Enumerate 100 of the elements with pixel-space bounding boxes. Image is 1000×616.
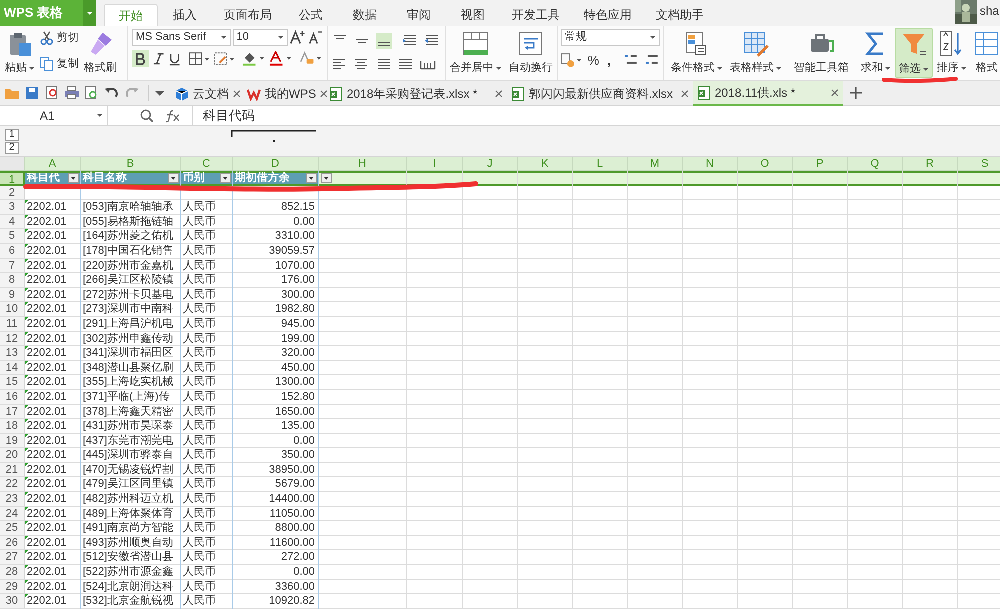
table-cell[interactable]: [445]深圳市骅泰自 <box>81 448 181 462</box>
row-header[interactable]: 22 <box>0 477 25 492</box>
table-cell[interactable]: 852.15 <box>233 200 319 214</box>
table-cell[interactable]: [266]吴江区松陵镇 <box>81 273 181 287</box>
row-header[interactable]: 30 <box>0 594 25 608</box>
table-cell[interactable]: [489]上海体聚体育 <box>81 506 181 520</box>
table-cell[interactable]: 10920.82 <box>233 594 319 608</box>
menu-tab[interactable]: 插入 <box>158 4 212 26</box>
table-cell[interactable]: 人民币 <box>181 390 233 404</box>
menu-tab[interactable]: 数据 <box>338 4 392 26</box>
table-cell[interactable]: 人民币 <box>181 375 233 389</box>
row-header[interactable]: 29 <box>0 580 25 594</box>
table-cell[interactable]: [053]南京哈轴轴承 <box>81 200 181 214</box>
row-header[interactable]: 6 <box>0 244 25 258</box>
table-cell[interactable]: 人民币 <box>181 200 233 214</box>
table-cell[interactable]: 人民币 <box>181 521 233 535</box>
table-cell[interactable]: [479]吴江区同里镇 <box>81 477 181 492</box>
table-cell[interactable]: 人民币 <box>181 594 233 608</box>
table-cell[interactable]: [272]苏州卡贝基电 <box>81 288 181 302</box>
row-header[interactable]: 4 <box>0 214 25 228</box>
table-cell[interactable]: 1650.00 <box>233 404 319 418</box>
ribbon-tool-button[interactable]: 求和 <box>858 28 894 78</box>
table-cell[interactable]: 14400.00 <box>233 492 319 506</box>
table-cell[interactable]: 2202.01 <box>25 200 81 214</box>
table-cell[interactable]: 人民币 <box>181 258 233 272</box>
row-header[interactable]: 9 <box>0 288 25 302</box>
row-header[interactable]: 7 <box>0 258 25 272</box>
table-cell[interactable]: 人民币 <box>181 419 233 433</box>
table-cell[interactable]: 2202.01 <box>25 390 81 404</box>
table-cell[interactable]: [437]东莞市潮莞电 <box>81 434 181 448</box>
table-cell[interactable]: 人民币 <box>181 360 233 374</box>
table-cell[interactable]: [302]苏州申鑫传动 <box>81 332 181 346</box>
row-header[interactable]: 2 <box>0 186 25 200</box>
row-header[interactable]: 8 <box>0 273 25 287</box>
wrap-text-button[interactable]: 自动换行 <box>506 28 556 78</box>
table-cell[interactable]: 2202.01 <box>25 316 81 331</box>
table-cell[interactable]: 人民币 <box>181 302 233 316</box>
row-header[interactable]: 23 <box>0 492 25 506</box>
table-cell[interactable]: 2202.01 <box>25 550 81 564</box>
table-cell[interactable]: [291]上海昌沪机电 <box>81 316 181 331</box>
table-cell[interactable]: 2202.01 <box>25 434 81 448</box>
table-cell[interactable]: 人民币 <box>181 536 233 550</box>
table-cell[interactable]: 38950.00 <box>233 462 319 476</box>
table-cell[interactable]: [378]上海鑫天精密 <box>81 404 181 418</box>
paste-button[interactable]: 粘贴 <box>2 28 38 78</box>
table-cell[interactable]: 350.00 <box>233 448 319 462</box>
table-cell[interactable]: 2202.01 <box>25 419 81 433</box>
table-cell[interactable]: 2202.01 <box>25 229 81 243</box>
menu-tab[interactable]: 特色应用 <box>572 4 644 26</box>
row-header[interactable]: 17 <box>0 404 25 418</box>
table-cell[interactable]: 1982.80 <box>233 302 319 316</box>
table-cell[interactable]: 135.00 <box>233 419 319 433</box>
table-cell[interactable]: [512]安徽省潜山县 <box>81 550 181 564</box>
menu-tab[interactable]: 视图 <box>446 4 500 26</box>
table-cell[interactable]: [522]苏州市源金鑫 <box>81 565 181 579</box>
row-header[interactable]: 14 <box>0 360 25 374</box>
document-tab[interactable]: 2018年采购登记表.xlsx * <box>325 81 507 106</box>
table-cell[interactable]: 人民币 <box>181 462 233 476</box>
table-cell[interactable]: 272.00 <box>233 550 319 564</box>
table-cell[interactable]: [341]深圳市福田区 <box>81 346 181 360</box>
format-painter-button[interactable]: 格式刷 <box>81 28 120 78</box>
table-cell[interactable]: 人民币 <box>181 346 233 360</box>
table-cell[interactable]: [348]潜山县聚亿刷 <box>81 360 181 374</box>
table-cell[interactable]: 199.00 <box>233 332 319 346</box>
table-cell[interactable]: 人民币 <box>181 492 233 506</box>
table-cell[interactable]: 320.00 <box>233 346 319 360</box>
outline-level-button[interactable]: 2 <box>5 142 19 154</box>
table-cell[interactable]: 152.80 <box>233 390 319 404</box>
table-cell[interactable]: 人民币 <box>181 506 233 520</box>
table-cell[interactable]: 2202.01 <box>25 214 81 228</box>
table-cell[interactable]: 人民币 <box>181 273 233 287</box>
table-cell[interactable]: [431]苏州市昊琛泰 <box>81 419 181 433</box>
table-cell[interactable]: 人民币 <box>181 316 233 331</box>
menu-tab[interactable]: 公式 <box>284 4 338 26</box>
table-cell[interactable]: [493]苏州顺奥自动 <box>81 536 181 550</box>
table-cell[interactable]: 1070.00 <box>233 258 319 272</box>
table-cell[interactable]: 176.00 <box>233 273 319 287</box>
menu-tab[interactable]: 开始 <box>104 4 158 26</box>
table-cell[interactable]: 2202.01 <box>25 580 81 594</box>
merge-center-button[interactable]: 合并居中 <box>447 28 505 78</box>
table-cell[interactable]: [178]中国石化销售 <box>81 244 181 258</box>
menu-tab[interactable]: 审阅 <box>392 4 446 26</box>
table-cell[interactable]: 11600.00 <box>233 536 319 550</box>
row-header[interactable]: 13 <box>0 346 25 360</box>
table-cell[interactable]: 2202.01 <box>25 506 81 520</box>
font-size-dropdown[interactable]: 10 <box>232 29 288 46</box>
document-tab[interactable]: 郭闪闪最新供应商资料.xlsx <box>507 81 693 106</box>
table-cell[interactable]: 人民币 <box>181 332 233 346</box>
table-cell[interactable]: 人民币 <box>181 404 233 418</box>
table-cell[interactable]: 0.00 <box>233 434 319 448</box>
ribbon-tool-button[interactable]: 排序 <box>934 28 970 78</box>
menu-tab[interactable]: 页面布局 <box>212 4 284 26</box>
table-cell[interactable]: 2202.01 <box>25 360 81 374</box>
table-cell[interactable]: 2202.01 <box>25 332 81 346</box>
row-header[interactable]: 15 <box>0 375 25 389</box>
comma-button[interactable]: , <box>604 51 614 70</box>
row-header[interactable]: 21 <box>0 462 25 476</box>
percent-button[interactable]: % <box>588 51 600 70</box>
table-cell[interactable]: 3360.00 <box>233 580 319 594</box>
ribbon-tool-button[interactable]: 表格样式 <box>727 28 785 78</box>
